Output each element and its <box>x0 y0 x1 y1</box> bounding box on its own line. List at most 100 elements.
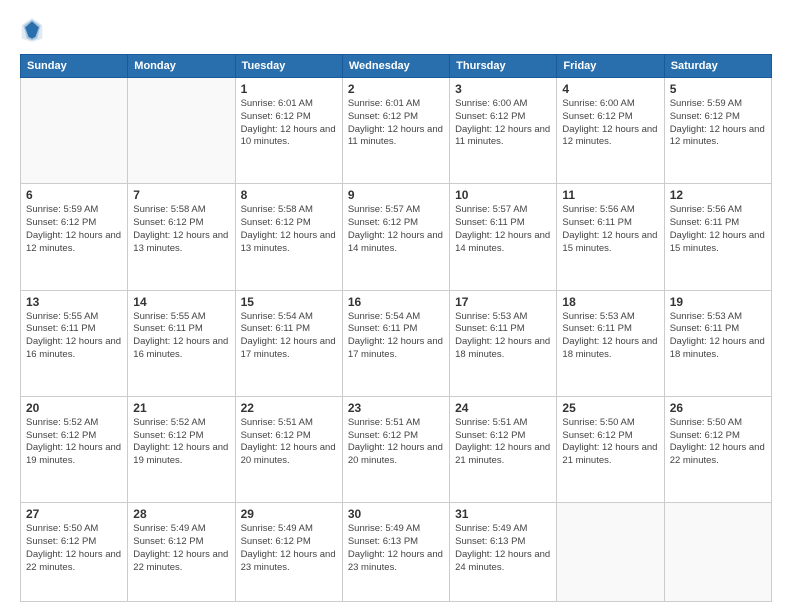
day-info: Sunrise: 6:01 AM Sunset: 6:12 PM Dayligh… <box>241 98 337 149</box>
day-number: 18 <box>562 295 658 309</box>
calendar-day-cell: 27 Sunrise: 5:50 AM Sunset: 6:12 PM Dayli… <box>21 503 128 602</box>
calendar-day-cell: 12 Sunrise: 5:56 AM Sunset: 6:11 PM Dayli… <box>664 184 771 290</box>
calendar-day-cell: 3 Sunrise: 6:00 AM Sunset: 6:12 PM Daylig… <box>450 78 557 184</box>
calendar-day-cell: 6 Sunrise: 5:59 AM Sunset: 6:12 PM Daylig… <box>21 184 128 290</box>
day-info: Sunrise: 5:55 AM Sunset: 6:11 PM Dayligh… <box>26 311 122 362</box>
calendar-day-cell: 15 Sunrise: 5:54 AM Sunset: 6:11 PM Dayli… <box>235 290 342 396</box>
page: SundayMondayTuesdayWednesdayThursdayFrid… <box>0 0 792 612</box>
weekday-header: Saturday <box>664 55 771 78</box>
day-number: 27 <box>26 507 122 521</box>
weekday-header: Wednesday <box>342 55 449 78</box>
day-number: 26 <box>670 401 766 415</box>
weekday-header: Thursday <box>450 55 557 78</box>
day-number: 12 <box>670 188 766 202</box>
day-number: 6 <box>26 188 122 202</box>
weekday-header: Tuesday <box>235 55 342 78</box>
day-info: Sunrise: 5:50 AM Sunset: 6:12 PM Dayligh… <box>26 523 122 574</box>
calendar-week-row: 13 Sunrise: 5:55 AM Sunset: 6:11 PM Dayli… <box>21 290 772 396</box>
day-info: Sunrise: 5:49 AM Sunset: 6:13 PM Dayligh… <box>348 523 444 574</box>
calendar-day-cell <box>557 503 664 602</box>
day-number: 15 <box>241 295 337 309</box>
calendar-day-cell: 8 Sunrise: 5:58 AM Sunset: 6:12 PM Daylig… <box>235 184 342 290</box>
logo-icon <box>20 16 44 44</box>
day-info: Sunrise: 5:50 AM Sunset: 6:12 PM Dayligh… <box>670 417 766 468</box>
day-info: Sunrise: 5:54 AM Sunset: 6:11 PM Dayligh… <box>348 311 444 362</box>
day-info: Sunrise: 5:58 AM Sunset: 6:12 PM Dayligh… <box>241 204 337 255</box>
day-info: Sunrise: 5:51 AM Sunset: 6:12 PM Dayligh… <box>348 417 444 468</box>
calendar-day-cell <box>21 78 128 184</box>
day-number: 13 <box>26 295 122 309</box>
calendar-day-cell: 29 Sunrise: 5:49 AM Sunset: 6:12 PM Dayli… <box>235 503 342 602</box>
calendar-day-cell: 9Sunrise: 5:57 AM Sunset: 6:12 PM Daylig… <box>342 184 449 290</box>
day-info: Sunrise: 5:52 AM Sunset: 6:12 PM Dayligh… <box>26 417 122 468</box>
day-number: 31 <box>455 507 551 521</box>
calendar-day-cell: 13 Sunrise: 5:55 AM Sunset: 6:11 PM Dayli… <box>21 290 128 396</box>
calendar-week-row: 27 Sunrise: 5:50 AM Sunset: 6:12 PM Dayli… <box>21 503 772 602</box>
calendar-day-cell <box>664 503 771 602</box>
day-number: 23 <box>348 401 444 415</box>
day-number: 4 <box>562 82 658 96</box>
day-number: 24 <box>455 401 551 415</box>
day-info: Sunrise: 5:50 AM Sunset: 6:12 PM Dayligh… <box>562 417 658 468</box>
calendar-day-cell: 16 Sunrise: 5:54 AM Sunset: 6:11 PM Dayli… <box>342 290 449 396</box>
day-number: 1 <box>241 82 337 96</box>
day-info: Sunrise: 5:55 AM Sunset: 6:11 PM Dayligh… <box>133 311 229 362</box>
day-number: 30 <box>348 507 444 521</box>
calendar-day-cell: 28 Sunrise: 5:49 AM Sunset: 6:12 PM Dayli… <box>128 503 235 602</box>
weekday-header: Sunday <box>21 55 128 78</box>
calendar-header-row: SundayMondayTuesdayWednesdayThursdayFrid… <box>21 55 772 78</box>
calendar-day-cell: 2 Sunrise: 6:01 AM Sunset: 6:12 PM Daylig… <box>342 78 449 184</box>
day-number: 25 <box>562 401 658 415</box>
calendar-table: SundayMondayTuesdayWednesdayThursdayFrid… <box>20 54 772 602</box>
day-info: Sunrise: 5:51 AM Sunset: 6:12 PM Dayligh… <box>241 417 337 468</box>
calendar-day-cell: 10 Sunrise: 5:57 AM Sunset: 6:11 PM Dayli… <box>450 184 557 290</box>
day-info: Sunrise: 5:57 AM Sunset: 6:11 PM Dayligh… <box>455 204 551 255</box>
day-number: 9 <box>348 188 444 202</box>
day-info: Sunrise: 6:00 AM Sunset: 6:12 PM Dayligh… <box>562 98 658 149</box>
day-number: 10 <box>455 188 551 202</box>
day-info: Sunrise: 5:52 AM Sunset: 6:12 PM Dayligh… <box>133 417 229 468</box>
calendar-day-cell: 1 Sunrise: 6:01 AM Sunset: 6:12 PM Daylig… <box>235 78 342 184</box>
calendar-day-cell: 14 Sunrise: 5:55 AM Sunset: 6:11 PM Dayli… <box>128 290 235 396</box>
day-info: Sunrise: 5:58 AM Sunset: 6:12 PM Dayligh… <box>133 204 229 255</box>
day-info: Sunrise: 5:56 AM Sunset: 6:11 PM Dayligh… <box>670 204 766 255</box>
day-number: 14 <box>133 295 229 309</box>
day-info: Sunrise: 5:59 AM Sunset: 6:12 PM Dayligh… <box>26 204 122 255</box>
day-number: 20 <box>26 401 122 415</box>
day-number: 29 <box>241 507 337 521</box>
calendar-day-cell: 22 Sunrise: 5:51 AM Sunset: 6:12 PM Dayli… <box>235 396 342 502</box>
day-info: Sunrise: 6:01 AM Sunset: 6:12 PM Dayligh… <box>348 98 444 149</box>
calendar-week-row: 6 Sunrise: 5:59 AM Sunset: 6:12 PM Daylig… <box>21 184 772 290</box>
day-info: Sunrise: 5:49 AM Sunset: 6:12 PM Dayligh… <box>241 523 337 574</box>
day-number: 11 <box>562 188 658 202</box>
calendar-day-cell: 26 Sunrise: 5:50 AM Sunset: 6:12 PM Dayli… <box>664 396 771 502</box>
calendar-day-cell: 4 Sunrise: 6:00 AM Sunset: 6:12 PM Daylig… <box>557 78 664 184</box>
day-info: Sunrise: 6:00 AM Sunset: 6:12 PM Dayligh… <box>455 98 551 149</box>
day-info: Sunrise: 5:49 AM Sunset: 6:13 PM Dayligh… <box>455 523 551 574</box>
calendar-day-cell: 20 Sunrise: 5:52 AM Sunset: 6:12 PM Dayli… <box>21 396 128 502</box>
calendar-day-cell: 31 Sunrise: 5:49 AM Sunset: 6:13 PM Dayli… <box>450 503 557 602</box>
day-info: Sunrise: 5:54 AM Sunset: 6:11 PM Dayligh… <box>241 311 337 362</box>
day-number: 3 <box>455 82 551 96</box>
day-number: 19 <box>670 295 766 309</box>
day-number: 28 <box>133 507 229 521</box>
calendar-day-cell <box>128 78 235 184</box>
calendar-day-cell: 18Sunrise: 5:53 AM Sunset: 6:11 PM Dayli… <box>557 290 664 396</box>
day-number: 22 <box>241 401 337 415</box>
calendar-day-cell: 17Sunrise: 5:53 AM Sunset: 6:11 PM Dayli… <box>450 290 557 396</box>
day-number: 2 <box>348 82 444 96</box>
calendar-day-cell: 19 Sunrise: 5:53 AM Sunset: 6:11 PM Dayli… <box>664 290 771 396</box>
calendar-day-cell: 11 Sunrise: 5:56 AM Sunset: 6:11 PM Dayli… <box>557 184 664 290</box>
day-number: 16 <box>348 295 444 309</box>
calendar-week-row: 1 Sunrise: 6:01 AM Sunset: 6:12 PM Daylig… <box>21 78 772 184</box>
day-number: 7 <box>133 188 229 202</box>
day-info: Sunrise: 5:49 AM Sunset: 6:12 PM Dayligh… <box>133 523 229 574</box>
day-number: 21 <box>133 401 229 415</box>
weekday-header: Friday <box>557 55 664 78</box>
day-info: Sunrise: 5:53 AM Sunset: 6:11 PM Dayligh… <box>455 311 551 362</box>
calendar-day-cell: 23 Sunrise: 5:51 AM Sunset: 6:12 PM Dayli… <box>342 396 449 502</box>
day-number: 8 <box>241 188 337 202</box>
day-info: Sunrise: 5:53 AM Sunset: 6:11 PM Dayligh… <box>670 311 766 362</box>
calendar-day-cell: 25 Sunrise: 5:50 AM Sunset: 6:12 PM Dayli… <box>557 396 664 502</box>
day-info: Sunrise: 5:56 AM Sunset: 6:11 PM Dayligh… <box>562 204 658 255</box>
